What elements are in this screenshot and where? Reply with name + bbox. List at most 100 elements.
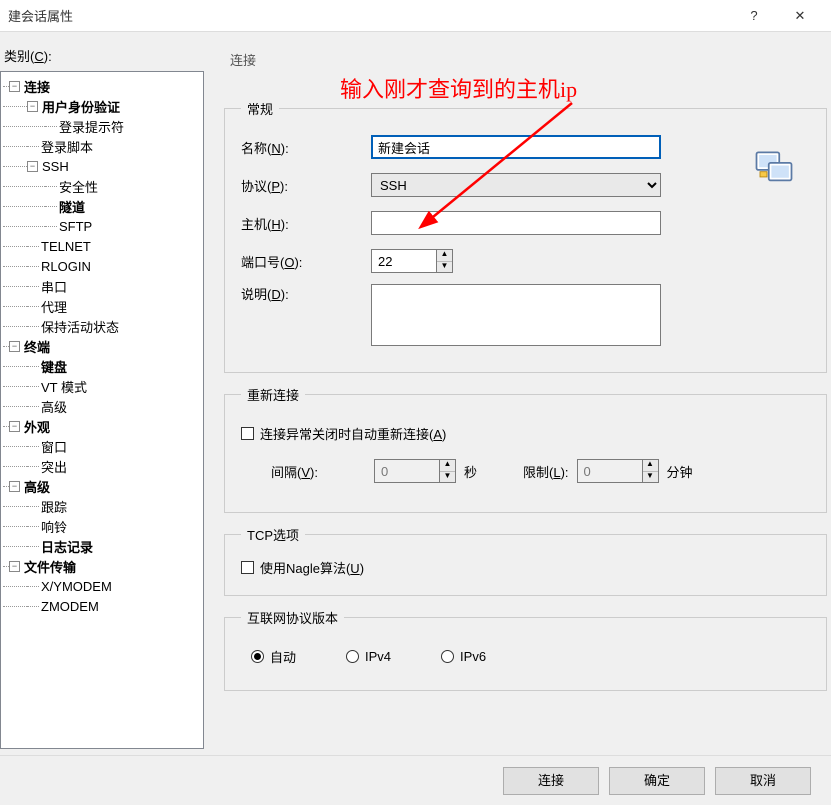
tree-node-label: 高级	[22, 477, 52, 496]
tree-node[interactable]: 保持活动状态	[3, 316, 201, 336]
tree-node-label: 突出	[39, 457, 69, 476]
ip-auto-radio[interactable]: 自动	[251, 647, 296, 666]
tree-node-label: 键盘	[39, 357, 69, 376]
tree-node[interactable]: 键盘	[3, 356, 201, 376]
ok-button[interactable]: 确定	[609, 767, 705, 795]
ip-v4-radio[interactable]: IPv4	[346, 647, 391, 666]
tree-node[interactable]: −用户身份验证	[3, 96, 201, 116]
tree-node-label: 外观	[22, 417, 52, 436]
tree-node-label: RLOGIN	[39, 259, 93, 274]
tree-collapse-icon[interactable]: −	[27, 101, 38, 112]
tree-node[interactable]: RLOGIN	[3, 256, 201, 276]
tree-node-label: 连接	[22, 77, 52, 96]
help-button[interactable]: ?	[731, 0, 777, 32]
tree-node-label: 跟踪	[39, 497, 69, 516]
host-label: 主机(H):	[241, 214, 371, 233]
tree-node[interactable]: 日志记录	[3, 536, 201, 556]
checkbox-icon	[241, 561, 254, 574]
ip-v6-radio[interactable]: IPv6	[441, 647, 486, 666]
tree-node[interactable]: 窗口	[3, 436, 201, 456]
connect-button[interactable]: 连接	[503, 767, 599, 795]
desc-label: 说明(D):	[241, 284, 371, 303]
name-label: 名称(N):	[241, 138, 371, 157]
tree-node[interactable]: −高级	[3, 476, 201, 496]
tree-node[interactable]: TELNET	[3, 236, 201, 256]
tree-collapse-icon[interactable]: −	[9, 421, 20, 432]
port-input[interactable]	[372, 250, 436, 272]
tree-node[interactable]: 代理	[3, 296, 201, 316]
tree-node-label: 登录提示符	[57, 117, 126, 136]
group-tcp: TCP选项 使用Nagle算法(U)	[224, 525, 827, 596]
category-panel: 类别(C): −连接−用户身份验证登录提示符登录脚本−SSH安全性隧道SFTPT…	[0, 32, 210, 755]
tree-node[interactable]: −SSH	[3, 156, 201, 176]
tree-collapse-icon[interactable]: −	[9, 481, 20, 492]
tree-node-label: 串口	[39, 277, 69, 296]
tree-node[interactable]: 隧道	[3, 196, 201, 216]
name-input[interactable]	[371, 135, 661, 159]
nagle-checkbox[interactable]: 使用Nagle算法(U)	[241, 558, 364, 577]
tree-node[interactable]: 安全性	[3, 176, 201, 196]
port-stepper[interactable]: ▲▼	[371, 249, 453, 273]
tree-node[interactable]: −文件传输	[3, 556, 201, 576]
cancel-button[interactable]: 取消	[715, 767, 811, 795]
close-icon: ✕	[795, 8, 806, 24]
category-tree[interactable]: −连接−用户身份验证登录提示符登录脚本−SSH安全性隧道SFTPTELNETRL…	[0, 71, 204, 749]
radio-off-icon	[441, 650, 454, 663]
interval-stepper: ▲▼	[374, 459, 456, 483]
group-ipversion: 互联网协议版本 自动 IPv4 IPv6	[224, 608, 827, 691]
tree-node-label: 终端	[22, 337, 52, 356]
description-textarea[interactable]	[371, 284, 661, 346]
protocol-label: 协议(P):	[241, 176, 371, 195]
spin-down-icon: ▼	[643, 472, 658, 483]
tree-collapse-icon[interactable]: −	[9, 341, 20, 352]
spin-up-icon: ▲	[440, 460, 455, 472]
protocol-select[interactable]: SSH	[371, 173, 661, 197]
tree-node[interactable]: −终端	[3, 336, 201, 356]
checkbox-icon	[241, 427, 254, 440]
close-button[interactable]: ✕	[777, 0, 823, 32]
tree-collapse-icon[interactable]: −	[9, 561, 20, 572]
tree-node-label: 日志记录	[39, 537, 95, 556]
tree-node[interactable]: VT 模式	[3, 376, 201, 396]
interval-label: 间隔(V):	[271, 462, 318, 481]
tree-node[interactable]: 响铃	[3, 516, 201, 536]
tree-node-label: X/YMODEM	[39, 579, 114, 594]
tree-node-label: 用户身份验证	[40, 97, 122, 116]
spin-down-icon: ▼	[440, 472, 455, 483]
spin-down-icon[interactable]: ▼	[437, 262, 452, 273]
tree-node-label: 安全性	[57, 177, 100, 196]
tree-node-label: VT 模式	[39, 377, 89, 396]
tree-node-label: TELNET	[39, 239, 93, 254]
group-reconnect: 重新连接 连接异常关闭时自动重新连接(A) 间隔(V): ▲▼ 秒 限制(L):	[224, 385, 827, 513]
spin-up-icon[interactable]: ▲	[437, 250, 452, 262]
tree-node-label: 代理	[39, 297, 69, 316]
auto-reconnect-checkbox[interactable]: 连接异常关闭时自动重新连接(A)	[241, 424, 446, 443]
tree-node-label: SFTP	[57, 219, 94, 234]
tree-collapse-icon[interactable]: −	[27, 161, 38, 172]
tree-node[interactable]: 高级	[3, 396, 201, 416]
radio-on-icon	[251, 650, 264, 663]
limit-stepper: ▲▼	[577, 459, 659, 483]
tree-node[interactable]: ZMODEM	[3, 596, 201, 616]
interval-input	[375, 460, 439, 482]
tree-node-label: 窗口	[39, 437, 69, 456]
tree-node[interactable]: X/YMODEM	[3, 576, 201, 596]
tree-node[interactable]: 突出	[3, 456, 201, 476]
dialog-footer: 连接 确定 取消	[0, 755, 831, 805]
limit-label: 限制(L):	[523, 462, 569, 481]
tree-node-label: 高级	[39, 397, 69, 416]
tree-node-label: ZMODEM	[39, 599, 101, 614]
tree-node[interactable]: 串口	[3, 276, 201, 296]
tree-node[interactable]: 登录脚本	[3, 136, 201, 156]
tree-node[interactable]: −连接	[3, 76, 201, 96]
tree-node-label: 保持活动状态	[39, 317, 121, 336]
host-input[interactable]	[371, 211, 661, 235]
category-label: 类别(C):	[0, 42, 204, 71]
group-ipversion-legend: 互联网协议版本	[241, 608, 344, 627]
tree-node[interactable]: SFTP	[3, 216, 201, 236]
tree-node[interactable]: −外观	[3, 416, 201, 436]
radio-off-icon	[346, 650, 359, 663]
tree-node[interactable]: 跟踪	[3, 496, 201, 516]
tree-node[interactable]: 登录提示符	[3, 116, 201, 136]
tree-collapse-icon[interactable]: −	[9, 81, 20, 92]
